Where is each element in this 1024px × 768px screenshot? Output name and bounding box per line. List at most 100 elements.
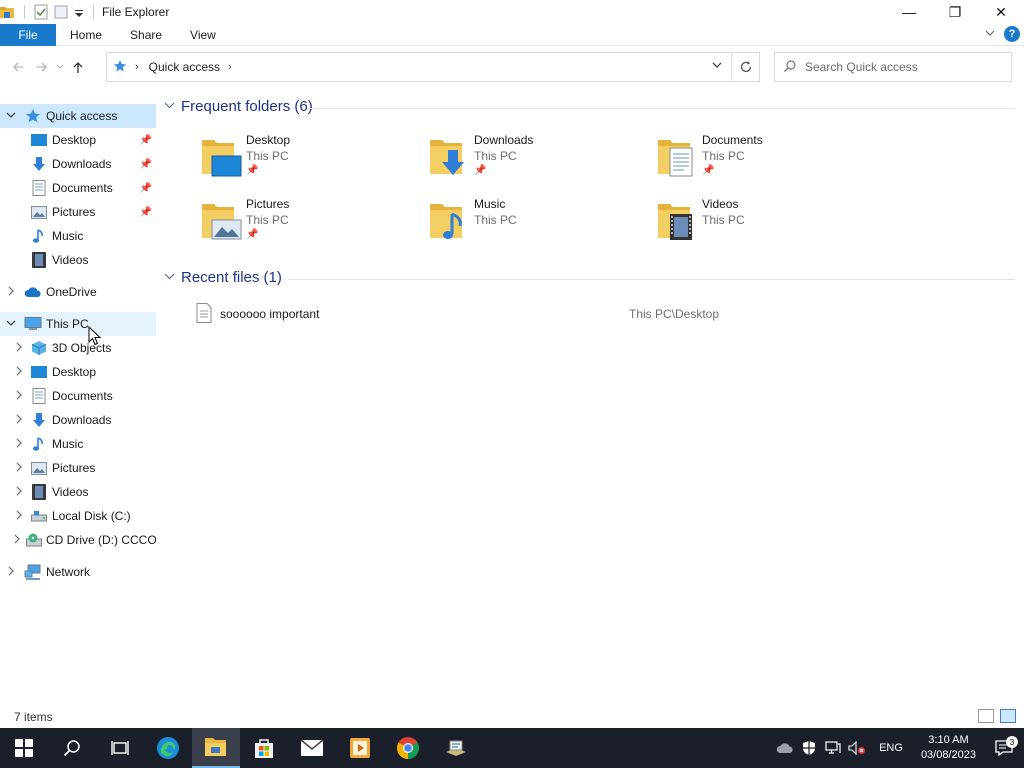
help-button[interactable]: ? xyxy=(1004,26,1020,42)
group-header-frequent[interactable]: Frequent folders (6) xyxy=(164,98,313,115)
expand-chevron-icon[interactable] xyxy=(12,414,26,427)
up-arrow-icon xyxy=(73,62,83,73)
defender-shield-icon[interactable] xyxy=(797,740,821,756)
sidebar-item-pc-downloads[interactable]: Downloads xyxy=(0,408,156,432)
sidebar-item-quick-access[interactable]: Quick access xyxy=(0,104,156,128)
sidebar-item-this-pc[interactable]: This PC xyxy=(0,312,156,336)
download-arrow-icon xyxy=(30,156,48,172)
sidebar-item-pictures[interactable]: Pictures 📌 xyxy=(0,200,156,224)
close-button[interactable]: ✕ xyxy=(978,0,1024,24)
collapse-chevron-icon[interactable] xyxy=(164,271,175,285)
download-arrow-icon xyxy=(30,412,48,428)
sidebar-item-videos[interactable]: Videos xyxy=(0,248,156,272)
sidebar-item-pc-videos[interactable]: Videos xyxy=(0,480,156,504)
sidebar-item-music[interactable]: Music xyxy=(0,224,156,248)
folder-tile-desktop[interactable]: Desktop This PC 📌 xyxy=(200,132,410,188)
clock[interactable]: 3:10 AM 03/08/2023 xyxy=(921,733,976,763)
details-view-button[interactable] xyxy=(978,709,994,723)
tab-file[interactable]: File xyxy=(0,23,56,46)
file-explorer-button[interactable] xyxy=(192,728,240,768)
folder-tile-downloads[interactable]: Downloads This PC 📌 xyxy=(428,132,638,188)
group-title: Frequent folders (6) xyxy=(181,98,313,115)
refresh-button[interactable] xyxy=(731,53,759,81)
folder-tile-videos[interactable]: Videos This PC xyxy=(656,196,866,252)
expand-ribbon-chevron-icon[interactable] xyxy=(984,27,996,42)
videos-folder-icon xyxy=(656,198,702,242)
search-button[interactable] xyxy=(48,728,96,768)
sidebar-item-downloads[interactable]: Downloads 📌 xyxy=(0,152,156,176)
network-status-icon[interactable] xyxy=(821,741,845,755)
minimize-button[interactable]: — xyxy=(886,0,932,24)
edge-button[interactable] xyxy=(144,728,192,768)
tab-home[interactable]: Home xyxy=(56,24,116,46)
restore-button[interactable]: ❐ xyxy=(932,0,978,24)
chrome-button[interactable] xyxy=(384,728,432,768)
onedrive-cloud-icon[interactable] xyxy=(773,742,797,754)
breadcrumb-quick-access[interactable]: Quick access xyxy=(149,60,220,74)
tab-share[interactable]: Share xyxy=(116,24,176,46)
hard-drive-icon xyxy=(30,508,48,524)
sidebar-item-onedrive[interactable]: OneDrive xyxy=(0,280,156,304)
volume-muted-icon[interactable] xyxy=(845,741,869,755)
refresh-icon xyxy=(740,61,751,73)
desktop-icon xyxy=(30,364,48,380)
expand-chevron-icon[interactable] xyxy=(12,438,26,451)
navigation-bar: › Quick access › xyxy=(0,46,1024,88)
back-button[interactable] xyxy=(6,55,30,79)
forward-button[interactable] xyxy=(30,55,54,79)
sidebar-item-documents[interactable]: Documents 📌 xyxy=(0,176,156,200)
sidebar-item-desktop[interactable]: Desktop 📌 xyxy=(0,128,156,152)
recent-file-row[interactable]: soooooo important This PC\Desktop xyxy=(196,302,1016,326)
store-bag-icon xyxy=(255,739,273,758)
sidebar-item-cd-drive[interactable]: CD Drive (D:) CCCO xyxy=(0,528,156,552)
pin-icon: 📌 xyxy=(139,158,152,170)
folder-tile-documents[interactable]: Documents This PC 📌 xyxy=(656,132,866,188)
media-player-button[interactable] xyxy=(336,728,384,768)
customize-toolbar-chevron-icon[interactable] xyxy=(73,4,85,20)
address-dropdown-chevron-icon[interactable] xyxy=(711,59,723,74)
search-input[interactable] xyxy=(805,60,995,74)
group-header-recent[interactable]: Recent files (1) xyxy=(164,269,282,286)
collapse-chevron-icon[interactable] xyxy=(164,100,175,114)
action-center-button[interactable]: 3 xyxy=(984,736,1024,756)
expand-chevron-icon[interactable] xyxy=(12,534,22,547)
collapse-chevron-icon[interactable] xyxy=(4,318,18,331)
folder-tile-music[interactable]: Music This PC xyxy=(428,196,638,252)
sidebar-item-pc-music[interactable]: Music xyxy=(0,432,156,456)
language-indicator[interactable]: ENG xyxy=(879,742,903,754)
expand-chevron-icon[interactable] xyxy=(4,286,18,299)
mail-button[interactable] xyxy=(288,728,336,768)
new-folder-icon[interactable] xyxy=(53,4,69,20)
documents-folder-icon xyxy=(656,134,702,178)
sidebar-item-local-disk[interactable]: Local Disk (C:) xyxy=(0,504,156,528)
expand-chevron-icon[interactable] xyxy=(12,510,26,523)
text-file-icon xyxy=(196,302,212,326)
app-launcher-button[interactable] xyxy=(432,728,480,768)
expand-chevron-icon[interactable] xyxy=(4,566,18,579)
search-box[interactable] xyxy=(774,52,1012,82)
up-button[interactable] xyxy=(66,55,90,79)
breadcrumb-separator-icon[interactable]: › xyxy=(135,61,139,73)
store-button[interactable] xyxy=(240,728,288,768)
tab-view[interactable]: View xyxy=(176,24,230,46)
expand-chevron-icon[interactable] xyxy=(12,390,26,403)
address-bar[interactable]: › Quick access › xyxy=(106,52,760,82)
taskbar: ENG 3:10 AM 03/08/2023 3 xyxy=(0,728,1024,768)
expand-chevron-icon[interactable] xyxy=(12,366,26,379)
sidebar-item-pc-documents[interactable]: Documents xyxy=(0,384,156,408)
sidebar-item-network[interactable]: Network xyxy=(0,560,156,584)
sidebar-item-3d-objects[interactable]: 3D Objects xyxy=(0,336,156,360)
sidebar-item-pc-desktop[interactable]: Desktop xyxy=(0,360,156,384)
properties-icon[interactable] xyxy=(33,4,49,20)
recent-locations-button[interactable] xyxy=(54,55,66,79)
expand-chevron-icon[interactable] xyxy=(12,462,26,475)
sidebar-item-pc-pictures[interactable]: Pictures xyxy=(0,456,156,480)
start-button[interactable] xyxy=(0,728,48,768)
folder-tile-pictures[interactable]: Pictures This PC 📌 xyxy=(200,196,410,252)
breadcrumb-separator-icon[interactable]: › xyxy=(228,61,232,73)
collapse-chevron-icon[interactable] xyxy=(4,110,18,123)
task-view-button[interactable] xyxy=(96,728,144,768)
expand-chevron-icon[interactable] xyxy=(12,342,26,355)
expand-chevron-icon[interactable] xyxy=(12,486,26,499)
large-icons-view-button[interactable] xyxy=(1000,709,1016,723)
